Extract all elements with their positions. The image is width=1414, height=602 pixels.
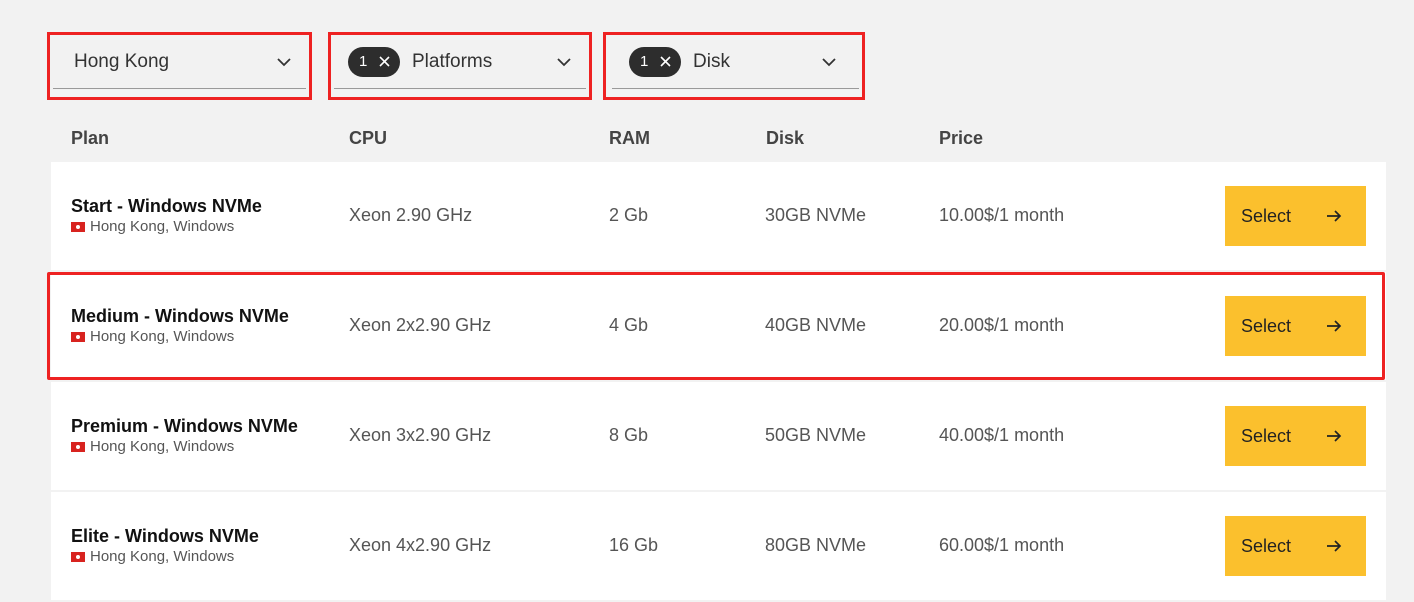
ram-value: 8 Gb [609,425,649,445]
price-value: 10.00$/1 month [939,205,1065,225]
header-cpu: CPU [349,128,388,148]
price-value: 60.00$/1 month [939,535,1065,555]
disk-filter-dropdown[interactable]: 1 Disk [603,32,865,100]
price-value: 40.00$/1 month [939,425,1065,445]
plan-location: Hong Kong, Windows [71,438,234,455]
disk-selected-chip: 1 [629,46,681,77]
disk-value: 50GB NVMe [765,425,867,445]
plan-name: Premium - Windows NVMe [71,416,298,436]
plan-location-text: Hong Kong, Windows [90,548,235,565]
select-button[interactable]: Select [1225,406,1366,466]
chevron-down-icon [822,57,836,66]
arrow-right-icon [1327,210,1342,222]
arrow-right-icon [1327,320,1342,332]
hong-kong-flag-icon [71,551,85,562]
disk-value: 30GB NVMe [765,205,867,225]
platforms-selected-count: 1 [359,53,368,70]
cpu-value: Xeon 3x2.90 GHz [349,425,492,445]
plan-location-text: Hong Kong, Windows [90,328,235,345]
plan-location: Hong Kong, Windows [71,328,234,345]
table-row: Elite - Windows NVMe Hong Kong, Windows … [51,492,1386,600]
close-icon[interactable] [379,56,390,67]
disk-filter-field: 1 Disk [612,35,859,89]
header-disk: Disk [766,128,805,148]
disk-value: 80GB NVMe [765,535,867,555]
cpu-value: Xeon 4x2.90 GHz [349,535,492,555]
select-button-label: Select [1241,425,1292,446]
location-filter-label: Hong Kong [74,50,170,72]
location-filter-dropdown[interactable]: Hong Kong [47,32,312,100]
hong-kong-flag-icon [71,221,85,232]
table-row: Premium - Windows NVMe Hong Kong, Window… [51,382,1386,490]
plan-location-text: Hong Kong, Windows [90,218,235,235]
disk-selected-count: 1 [640,53,649,70]
table-row: Start - Windows NVMe Hong Kong, Windows … [51,162,1386,270]
platforms-filter-dropdown[interactable]: 1 Platforms [328,32,592,100]
platforms-filter-field: 1 Platforms [334,35,586,89]
platforms-selected-chip: 1 [348,46,400,77]
arrow-right-icon [1327,430,1342,442]
select-button-label: Select [1241,535,1292,556]
header-plan: Plan [71,128,110,148]
plan-name: Elite - Windows NVMe [71,526,259,546]
hong-kong-flag-icon [71,441,85,452]
cpu-value: Xeon 2x2.90 GHz [349,315,492,335]
arrow-right-icon [1327,540,1342,552]
header-ram: RAM [609,128,650,148]
platforms-filter-label: Platforms [412,50,493,72]
location-filter-field: Hong Kong [53,35,306,89]
header-price: Price [939,128,984,148]
ram-value: 2 Gb [609,205,649,225]
plan-name: Medium - Windows NVMe [71,306,289,326]
disk-filter-label: Disk [693,50,730,72]
plan-location: Hong Kong, Windows [71,548,234,565]
disk-value: 40GB NVMe [765,315,867,335]
plan-name: Start - Windows NVMe [71,196,262,216]
select-button-label: Select [1241,205,1292,226]
close-icon[interactable] [660,56,671,67]
hong-kong-flag-icon [71,331,85,342]
select-button[interactable]: Select [1225,186,1366,246]
table-header: Plan CPU RAM Disk Price [0,128,1414,154]
cpu-value: Xeon 2.90 GHz [349,205,473,225]
plan-location-text: Hong Kong, Windows [90,438,235,455]
select-button[interactable]: Select [1225,516,1366,576]
select-button-label: Select [1241,315,1292,336]
table-row: Medium - Windows NVMe Hong Kong, Windows… [51,272,1386,380]
chevron-down-icon [277,57,291,66]
chevron-down-icon [557,57,571,66]
plan-location: Hong Kong, Windows [71,218,234,235]
ram-value: 4 Gb [609,315,649,335]
price-value: 20.00$/1 month [939,315,1065,335]
ram-value: 16 Gb [609,535,659,555]
select-button[interactable]: Select [1225,296,1366,356]
